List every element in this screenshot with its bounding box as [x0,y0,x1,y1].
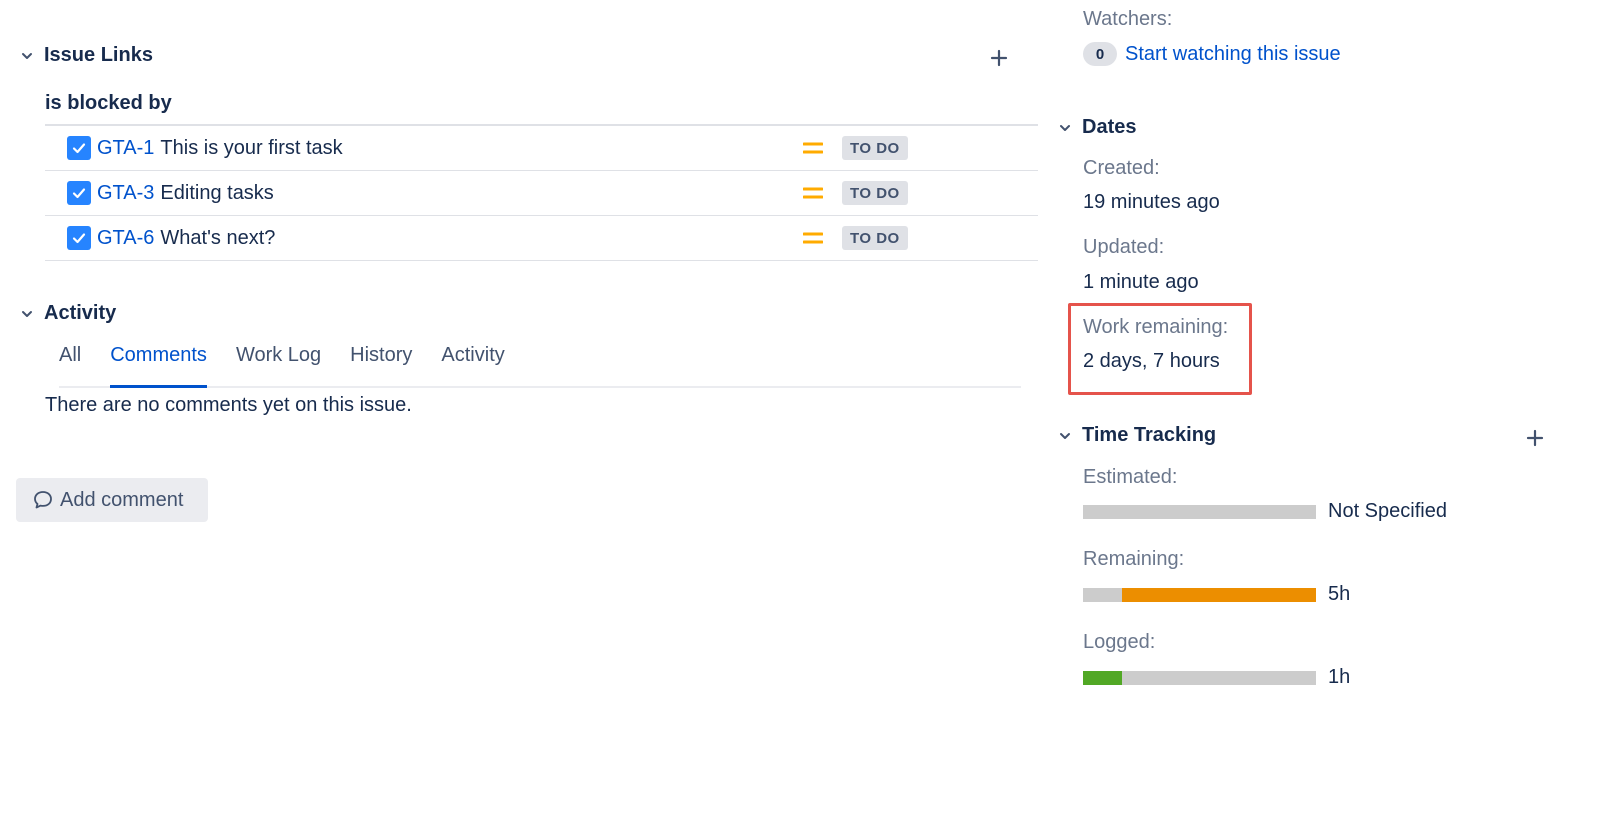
logged-bar [1083,671,1316,685]
issue-links-header[interactable]: Issue Links [16,44,153,67]
remaining-bar [1083,588,1316,602]
issue-links-title: Issue Links [44,44,153,66]
dates-title: Dates [1082,116,1137,138]
created-value: 19 minutes ago [1083,191,1220,213]
dates-header[interactable]: Dates [1054,116,1136,139]
status-badge: TO DO [842,226,908,250]
plus-icon [990,49,1008,67]
linked-issue-key[interactable]: GTA-1 [97,137,154,160]
no-comments-message: There are no comments yet on this issue. [45,394,412,416]
work-remaining-value: 2 days, 7 hours [1083,350,1220,372]
time-tracking-title: Time Tracking [1082,424,1217,446]
issue-main-column: Issue Links is blocked by GTA-1 This is … [0,0,1040,814]
linked-issue-summary[interactable]: Editing tasks [160,182,273,205]
issue-sidebar: Watchers: 0 Start watching this issue Da… [1040,0,1600,814]
remaining-value: 5h [1328,583,1351,605]
add-comment-button[interactable]: Add comment [16,478,208,522]
updated-value: 1 minute ago [1083,271,1199,293]
add-issue-link-button[interactable] [985,44,1013,72]
task-type-icon [67,226,91,250]
linked-issue-summary[interactable]: This is your first task [160,137,342,160]
activity-tabs: All Comments Work Log History Activity [59,340,1021,388]
logged-value: 1h [1328,666,1351,688]
linked-issues-list: GTA-1 This is your first task TO DO GTA-… [45,124,1038,261]
chevron-down-icon[interactable] [1054,425,1076,447]
estimated-bar [1083,505,1316,519]
add-comment-label: Add comment [60,488,184,511]
status-badge: TO DO [842,181,908,205]
start-watching-link[interactable]: Start watching this issue [1125,43,1341,66]
chevron-down-icon[interactable] [1054,117,1076,139]
linked-issue-row[interactable]: GTA-3 Editing tasks TO DO [45,171,1038,216]
linked-issue-row[interactable]: GTA-6 What's next? TO DO [45,216,1038,261]
task-type-icon [67,136,91,160]
watchers-label: Watchers: [1083,8,1173,30]
logged-bar-fill [1083,671,1122,685]
plus-icon [1526,429,1544,447]
linked-issue-row[interactable]: GTA-1 This is your first task TO DO [45,126,1038,171]
tab-comments[interactable]: Comments [110,340,207,388]
linked-issue-summary[interactable]: What's next? [160,227,275,250]
log-work-button[interactable] [1521,424,1549,452]
comment-icon [34,491,52,509]
linked-issue-key[interactable]: GTA-6 [97,227,154,250]
priority-medium-icon [803,232,823,244]
logged-label: Logged: [1083,631,1156,653]
tab-activity[interactable]: Activity [441,340,504,386]
status-badge: TO DO [842,136,908,160]
remaining-bar-fill [1121,588,1316,602]
estimated-label: Estimated: [1083,466,1178,488]
time-tracking-header[interactable]: Time Tracking [1054,424,1216,447]
tab-work-log[interactable]: Work Log [236,340,321,386]
updated-label: Updated: [1083,236,1165,258]
priority-medium-icon [803,187,823,199]
activity-title: Activity [44,302,117,324]
watchers-row[interactable]: 0 Start watching this issue [1083,42,1341,66]
chevron-down-icon[interactable] [16,303,38,325]
activity-header[interactable]: Activity [16,302,116,325]
priority-medium-icon [803,142,823,154]
task-type-icon [67,181,91,205]
tab-all[interactable]: All [59,340,81,386]
remaining-label: Remaining: [1083,548,1185,570]
watchers-count-badge: 0 [1083,42,1117,66]
link-relation-heading: is blocked by [45,92,172,114]
created-label: Created: [1083,157,1160,179]
chevron-down-icon[interactable] [16,45,38,67]
linked-issue-key[interactable]: GTA-3 [97,182,154,205]
work-remaining-label: Work remaining: [1083,316,1229,338]
estimated-value: Not Specified [1328,500,1447,522]
tab-history[interactable]: History [350,340,412,386]
